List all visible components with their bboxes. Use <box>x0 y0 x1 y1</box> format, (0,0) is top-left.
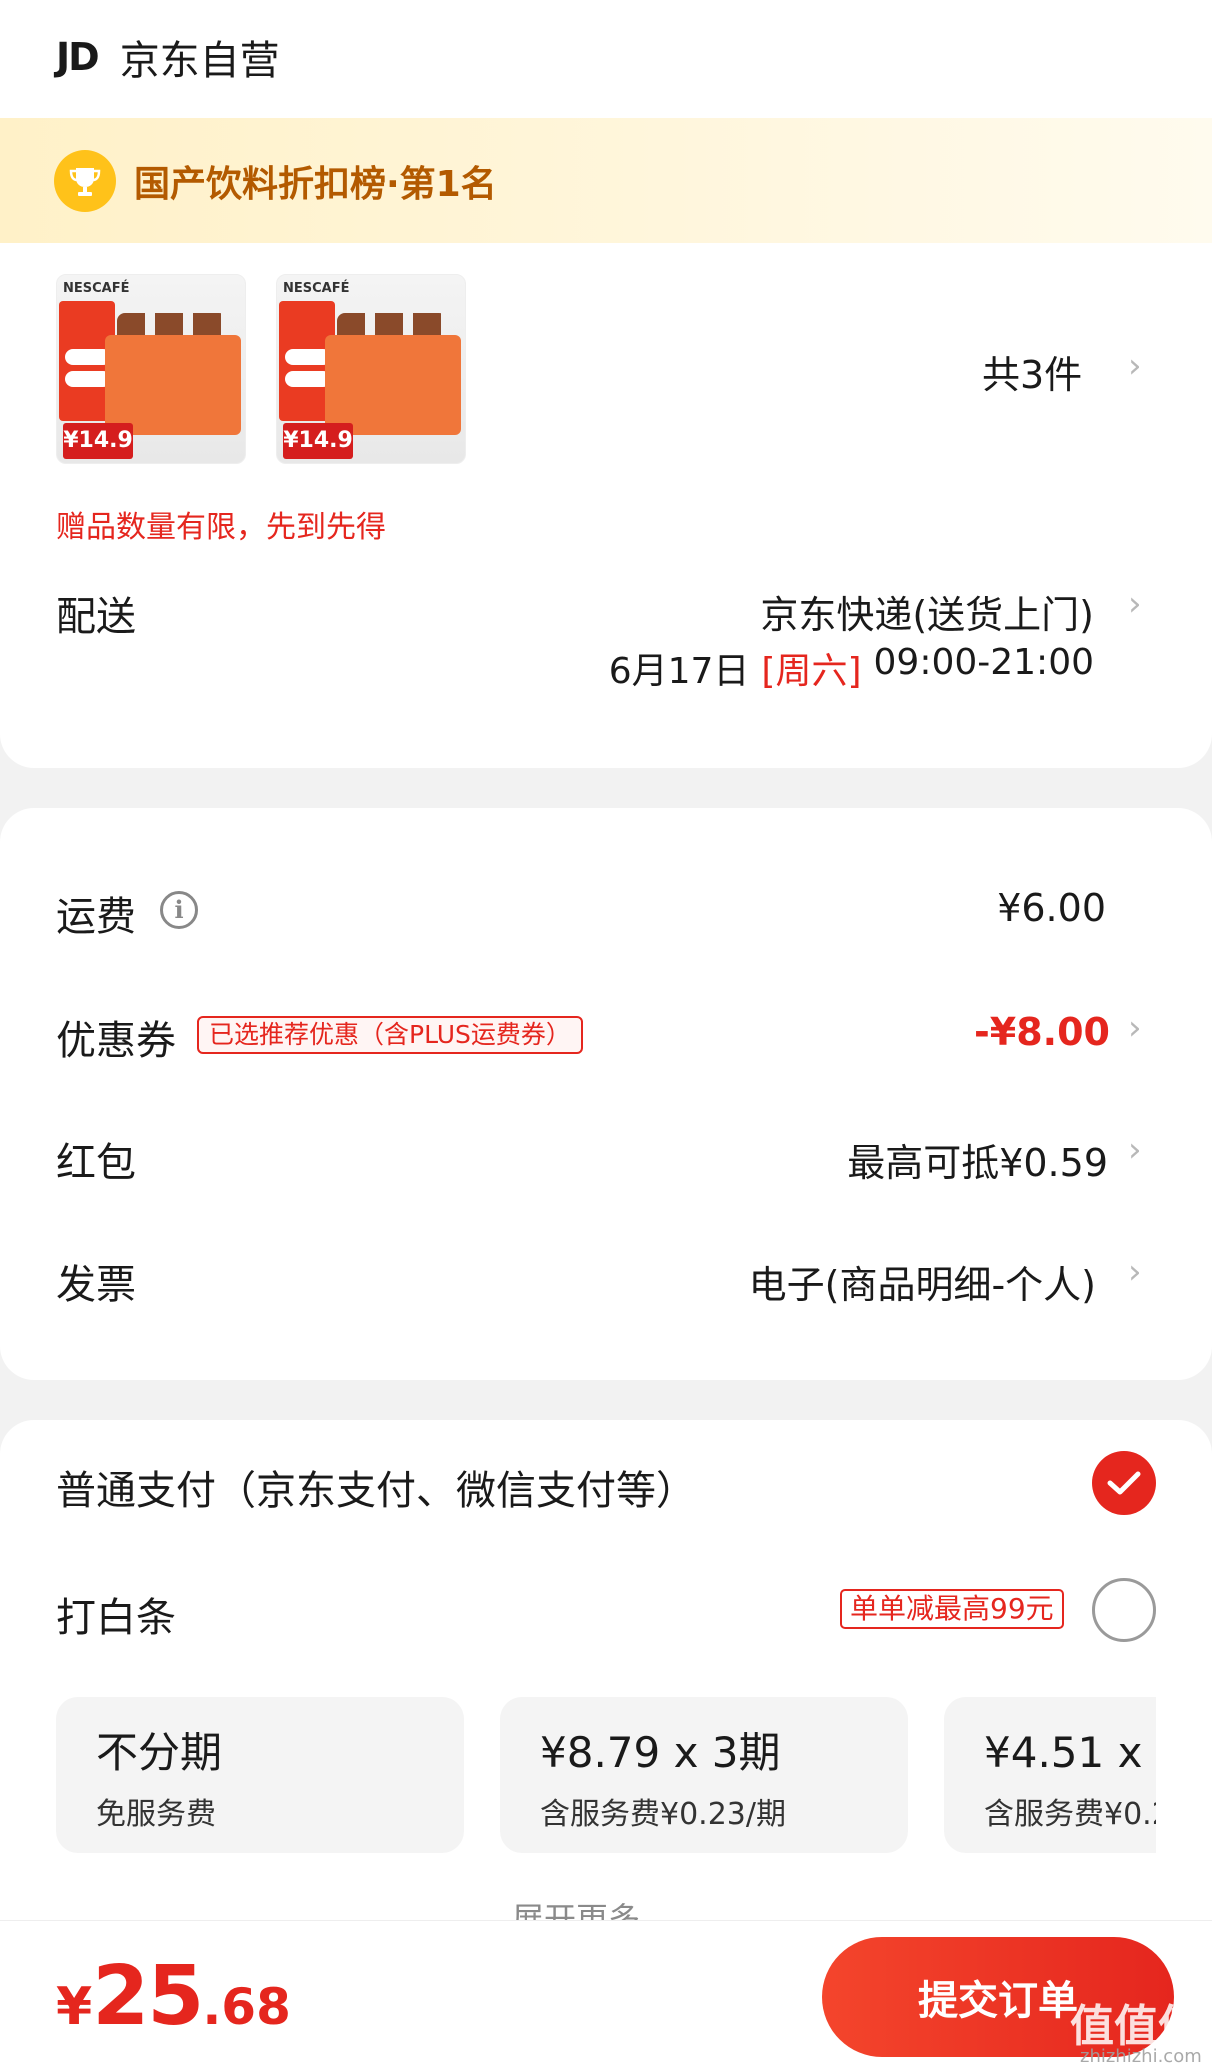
plan-main: ¥4.51 x 6期 <box>984 1728 1156 1777</box>
jd-logo: JD <box>56 35 100 79</box>
plan-sub: 免服务费 <box>96 1797 216 1832</box>
chevron-right-icon[interactable]: › <box>1128 346 1142 386</box>
gift-notice: 赠品数量有限，先到先得 <box>56 510 386 545</box>
plan-option[interactable]: ¥4.51 x 6期 含服务费¥0.2 <box>944 1697 1156 1853</box>
plan-main: ¥8.79 x 3期 <box>540 1728 781 1777</box>
plan-sub: 含服务费¥0.2 <box>984 1797 1156 1832</box>
store-header[interactable]: JD 京东自营 <box>56 28 280 86</box>
product-thumbnail[interactable]: NESCAFÉ ¥14.9 <box>56 274 246 464</box>
delivery-label: 配送 <box>56 594 136 640</box>
coupon-value[interactable]: -¥8.00 <box>974 1010 1110 1054</box>
installment-plans: 不分期 免服务费 ¥8.79 x 3期 含服务费¥0.23/期 ¥4.51 x … <box>56 1697 1156 1857</box>
chevron-right-icon[interactable]: › <box>1128 1252 1142 1292</box>
watermark-logo: 值值值 <box>1070 2001 1202 2052</box>
plan-option[interactable]: ¥8.79 x 3期 含服务费¥0.23/期 <box>500 1697 908 1853</box>
checkmark-icon[interactable] <box>1092 1451 1156 1515</box>
delivery-method[interactable]: 京东快递(送货上门) <box>760 584 1094 639</box>
baitiao-label[interactable]: 打白条 <box>56 1585 176 1643</box>
trophy-icon <box>54 149 116 212</box>
product-thumbnail[interactable]: NESCAFÉ ¥14.9 <box>276 274 466 464</box>
chevron-right-icon[interactable]: › <box>1128 584 1142 624</box>
total-price: ¥ 25 .68 <box>56 1949 291 2044</box>
normal-pay-label[interactable]: 普通支付（京东支付、微信支付等） <box>56 1458 696 1516</box>
shipping-label: 运费 <box>56 894 136 940</box>
product-price: ¥14.9 <box>283 423 353 459</box>
baitiao-promo: 单单减最高99元 <box>840 1589 1064 1629</box>
delivery-date: 6月17日 <box>608 651 750 692</box>
item-count[interactable]: 共3件 <box>982 344 1082 399</box>
product-brand: NESCAFÉ <box>63 281 130 296</box>
product-brand: NESCAFÉ <box>283 281 350 296</box>
delivery-weekday: [周六] <box>761 651 862 692</box>
order-card: JD 京东自营 国产饮料折扣榜·第1名 NESCAFÉ ¥14.9 NESCAF… <box>0 0 1212 768</box>
chevron-right-icon[interactable]: › <box>1128 1130 1142 1170</box>
chevron-right-icon[interactable]: › <box>1128 1008 1142 1048</box>
shipping-value: ¥6.00 <box>997 886 1106 930</box>
coupon-tag: 已选推荐优惠（含PLUS运费券） <box>197 1016 583 1054</box>
checkout-bar: ¥ 25 .68 提交订单 <box>0 1920 1212 2072</box>
coupon-label: 优惠券 <box>56 1018 176 1064</box>
product-price: ¥14.9 <box>63 423 133 459</box>
store-name: 京东自营 <box>119 38 280 84</box>
invoice-value[interactable]: 电子(商品明细-个人) <box>749 1254 1096 1309</box>
plan-sub: 含服务费¥0.23/期 <box>540 1797 786 1832</box>
radio-button[interactable] <box>1092 1578 1156 1642</box>
rank-text: 国产饮料折扣榜·第1名 <box>134 163 497 205</box>
delivery-time[interactable]: 6月17日 [周六] 09:00-21:00 <box>609 642 1094 694</box>
redpacket-value[interactable]: 最高可抵¥0.59 <box>847 1132 1108 1187</box>
plan-main: 不分期 <box>96 1728 223 1777</box>
rank-banner[interactable]: 国产饮料折扣榜·第1名 <box>0 118 1212 243</box>
delivery-window: 09:00-21:00 <box>873 642 1094 683</box>
watermark-domain: zhizhizhi.com <box>1080 2046 1202 2067</box>
info-icon[interactable]: i <box>160 891 198 929</box>
invoice-label: 发票 <box>56 1262 136 1308</box>
plan-option[interactable]: 不分期 免服务费 <box>56 1697 464 1853</box>
redpacket-label: 红包 <box>56 1140 136 1186</box>
